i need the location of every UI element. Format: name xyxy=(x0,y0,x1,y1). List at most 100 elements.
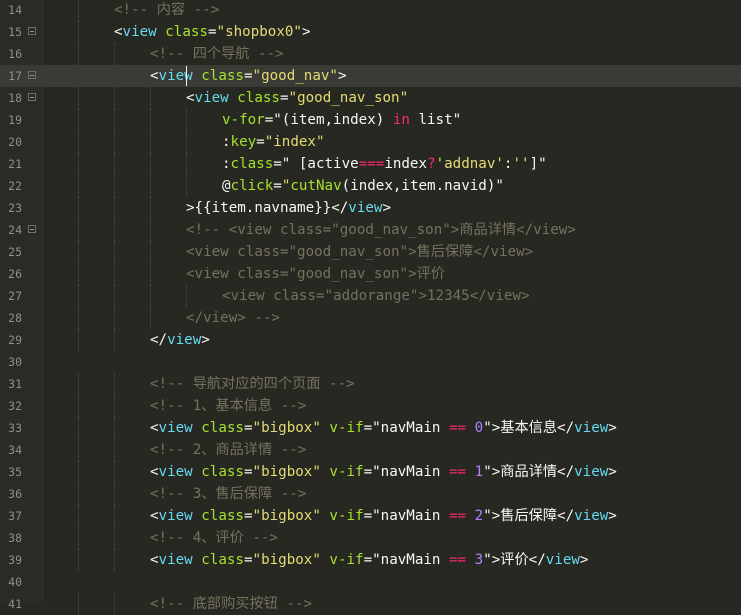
code-token: = xyxy=(243,552,253,568)
code-line[interactable]: 28 </view> --> xyxy=(0,307,741,329)
code-line[interactable]: 41 <!-- 底部购买按钮 --> xyxy=(0,593,741,615)
code-line[interactable]: 31 <!-- 导航对应的四个页面 --> xyxy=(0,373,741,395)
fold-toggle-icon[interactable] xyxy=(28,71,36,79)
code-line[interactable]: 25 <view class="good_nav_son">售后保障</view> xyxy=(0,241,741,263)
code-token: view xyxy=(158,508,193,524)
code-line[interactable]: 29 </view> xyxy=(0,329,741,351)
code-token: : xyxy=(222,134,231,150)
code-text: <view class="bigbox" v-if="navMain == 0"… xyxy=(150,417,617,439)
code-token: < xyxy=(186,90,195,106)
code-token: view xyxy=(158,420,193,436)
code-text: v-for="(item,index) in list" xyxy=(222,109,461,131)
code-line[interactable]: 16 <!-- 四个导航 --> xyxy=(0,43,741,65)
code-token: == xyxy=(449,464,467,480)
code-text: <!-- 四个导航 --> xyxy=(150,43,284,65)
code-token: = xyxy=(279,90,289,106)
code-line[interactable]: 30 xyxy=(0,351,741,373)
code-token: '' xyxy=(512,156,530,172)
code-token: class xyxy=(201,464,244,480)
code-line[interactable]: 34 <!-- 2、商品详情 --> xyxy=(0,439,741,461)
code-token: ="navMain xyxy=(363,508,450,524)
line-number: 15 xyxy=(8,25,22,39)
code-line[interactable]: 32 <!-- 1、基本信息 --> xyxy=(0,395,741,417)
code-line[interactable]: 36 <!-- 3、售后保障 --> xyxy=(0,483,741,505)
code-token: view xyxy=(194,90,229,106)
code-token: v-for xyxy=(222,112,265,128)
text-cursor xyxy=(186,66,187,86)
code-token: list" xyxy=(409,112,462,128)
code-line[interactable]: 26 <view class="good_nav_son">评价 xyxy=(0,263,741,285)
code-text: <view class="good_nav"> xyxy=(150,65,347,87)
code-token: class xyxy=(165,24,208,40)
code-token: = xyxy=(243,420,253,436)
code-text: @click="cutNav(index,item.navid)" xyxy=(222,175,504,197)
code-line[interactable]: 14 <!-- 内容 --> xyxy=(0,0,741,21)
code-token: </view> --> xyxy=(186,310,280,326)
code-text: <view class="shopbox0"> xyxy=(114,21,311,43)
code-token: ="(item,index) xyxy=(264,112,393,128)
code-line[interactable]: 15 <view class="shopbox0"> xyxy=(0,21,741,43)
code-token: click xyxy=(230,178,274,194)
code-token: == xyxy=(449,420,467,436)
code-token: class xyxy=(237,90,280,106)
code-editor[interactable]: 14 <!-- 内容 --> 15 <view class="shopbox0"> 16… xyxy=(0,0,741,615)
line-number: 25 xyxy=(8,245,22,259)
code-text: >{{item.navname}}</view> xyxy=(186,197,391,219)
code-token: == xyxy=(449,552,467,568)
code-line[interactable]: 27 <view class="addorange">12345</view> xyxy=(0,285,741,307)
code-token: ">商品详情</ xyxy=(483,464,575,480)
code-token: ">售后保障</ xyxy=(483,508,575,524)
code-token: class xyxy=(201,552,244,568)
code-token: 'addnav' xyxy=(435,156,504,172)
code-token: key xyxy=(230,134,257,150)
code-line[interactable]: 24 <!-- <view class="good_nav_son">商品详情</… xyxy=(0,219,741,241)
code-text: <view class="bigbox" v-if="navMain == 2"… xyxy=(150,505,617,527)
code-text: <view class="good_nav_son">评价 xyxy=(186,263,445,285)
code-line[interactable]: 35 <view class="bigbox" v-if="navMain == … xyxy=(0,461,741,483)
code-token: > xyxy=(608,420,617,436)
fold-toggle-icon[interactable] xyxy=(28,93,36,101)
code-text: </view> xyxy=(150,329,210,351)
code-line[interactable]: 19 v-for="(item,index) in list" xyxy=(0,109,741,131)
code-line[interactable]: 21:class=" [active===index?'addnav':'']" xyxy=(0,153,741,175)
code-token: ">基本信息</ xyxy=(483,420,575,436)
fold-toggle-icon[interactable] xyxy=(28,225,36,233)
fold-toggle-icon[interactable] xyxy=(28,27,36,35)
code-token: < xyxy=(114,24,123,40)
code-token: v-if xyxy=(329,464,364,480)
code-token: ="navMain xyxy=(363,464,450,480)
code-line[interactable]: 33 <view class="bigbox" v-if="navMain == … xyxy=(0,417,741,439)
code-token: view xyxy=(574,420,609,436)
code-line[interactable]: 18 <view class="good_nav_son" xyxy=(0,87,741,109)
code-token: = xyxy=(243,508,253,524)
code-token: view xyxy=(158,552,193,568)
code-line[interactable]: 40 xyxy=(0,571,741,593)
code-text: <view class="addorange">12345</view> xyxy=(222,285,530,307)
code-token: v-if xyxy=(329,508,364,524)
code-line[interactable]: 17 <view class="good_nav"> xyxy=(0,65,741,87)
code-line[interactable]: 38 <!-- 4、评价 --> xyxy=(0,527,741,549)
code-line[interactable]: 37 <view class="bigbox" v-if="navMain == … xyxy=(0,505,741,527)
code-line[interactable]: 39 <view class="bigbox" v-if="navMain == … xyxy=(0,549,741,571)
line-number: 16 xyxy=(8,47,22,61)
code-text: <!-- 2、商品详情 --> xyxy=(150,439,306,461)
line-number: 28 xyxy=(8,311,22,325)
code-token: <view class="addorange">12345</view> xyxy=(222,288,530,304)
line-number: 30 xyxy=(8,355,22,369)
code-token: "good_nav_son" xyxy=(288,90,409,106)
code-line[interactable]: 22 @click="cutNav(index,item.navid)" xyxy=(0,175,741,197)
code-line[interactable]: 20:key="index" xyxy=(0,131,741,153)
code-token: <!-- 底部购买按钮 --> xyxy=(150,596,312,612)
code-line[interactable]: 23 >{{item.navname}}</view> xyxy=(0,197,741,219)
code-text: <!-- <view class="good_nav_son">商品详情</vi… xyxy=(186,219,576,241)
code-token: cutNav xyxy=(290,178,342,194)
code-token: view xyxy=(167,332,202,348)
